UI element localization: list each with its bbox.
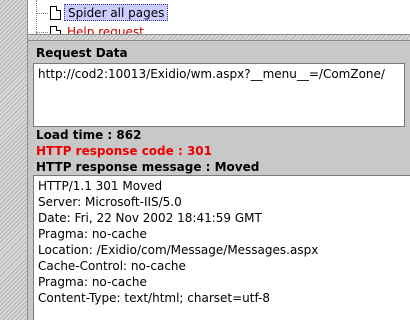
request-data-label: Request Data [36,46,128,60]
tree-item-spider-all-pages[interactable]: Spider all pages [64,4,169,21]
load-time-label: Load time : 862 [36,128,142,142]
tree-connector-line [36,13,48,14]
response-code-label: HTTP response code : 301 [36,144,212,158]
document-icon [50,6,61,20]
response-header-line: Location: /Exidio/com/Message/Messages.a… [38,243,319,257]
response-message-label: HTTP response message : Moved [36,160,260,174]
response-header-line: Cache-Control: no-cache [38,259,186,273]
tree-view[interactable]: Spider all pages Help request [28,0,410,34]
tree-connector-line [36,32,48,33]
left-splitter-bar[interactable] [0,0,28,320]
response-header-line: Pragma: no-cache [38,275,147,289]
response-header-line: HTTP/1.1 301 Moved [38,179,163,193]
response-header-line: Date: Fri, 22 Nov 2002 18:41:59 GMT [38,211,262,225]
response-header-line: Pragma: no-cache [38,227,147,241]
request-details-panel: Request Data http://cod2:10013/Exidio/wm… [28,41,410,320]
response-headers-area[interactable]: HTTP/1.1 301 Moved Server: Microsoft-IIS… [33,175,410,320]
tree-item-help-request[interactable]: Help request [67,24,144,34]
response-header-line: Server: Microsoft-IIS/5.0 [38,195,182,209]
request-url-field[interactable]: http://cod2:10013/Exidio/wm.aspx?__menu_… [33,63,405,127]
response-header-line: Content-Type: text/html; charset=utf-8 [38,291,271,305]
tree-connector-line [36,0,37,34]
horizontal-splitter[interactable] [28,34,410,41]
document-icon [50,26,61,34]
request-url-text: http://cod2:10013/Exidio/wm.aspx?__menu_… [38,67,385,81]
